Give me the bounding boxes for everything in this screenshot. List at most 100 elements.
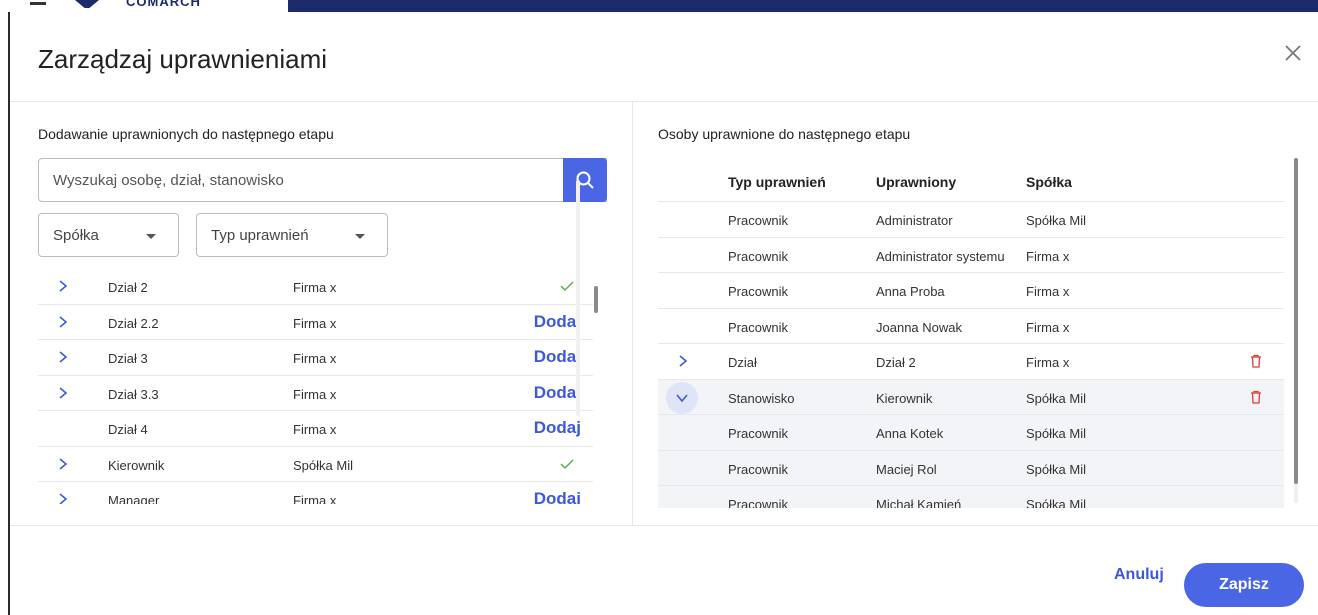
app-background-header: COMARCH bbox=[0, 0, 1318, 12]
candidates-list: Dział 2 Firma x Dział 2.2 Firma x Dodaj Dział… bbox=[38, 269, 593, 504]
add-button[interactable]: Dodaj bbox=[534, 347, 581, 367]
panel-divider bbox=[632, 102, 633, 526]
brand-name: COMARCH bbox=[126, 0, 201, 9]
delete-icon[interactable] bbox=[1250, 390, 1262, 404]
list-item: Manager Firma x Dodaj bbox=[38, 482, 593, 504]
item-name: Kierownik bbox=[108, 457, 165, 473]
cell-person: Joanna Nowak bbox=[876, 319, 962, 335]
cell-type: Stanowisko bbox=[728, 390, 795, 406]
item-name: Dział 4 bbox=[108, 422, 148, 437]
cell-person: Dział 2 bbox=[876, 355, 916, 370]
logo-icon bbox=[75, 0, 99, 8]
dropdown-caret-icon bbox=[355, 234, 365, 239]
item-name: Manager bbox=[108, 493, 160, 504]
add-button[interactable]: Dodaj bbox=[534, 312, 581, 332]
column-header-person: Uprawniony bbox=[876, 174, 957, 190]
search-button[interactable] bbox=[563, 158, 607, 202]
authorized-table: Typ uprawnień Uprawniony Spółka Pracowni… bbox=[658, 158, 1284, 508]
chevron-right-icon[interactable] bbox=[56, 457, 70, 471]
list-item: Dział 4 Firma x Dodaj bbox=[38, 411, 593, 447]
save-button[interactable]: Zapisz bbox=[1184, 563, 1304, 607]
list-item: Dział 3.3 Firma x Dodaj bbox=[38, 376, 593, 411]
company-filter-select[interactable]: Spółka bbox=[38, 213, 179, 257]
add-button[interactable]: Dodaj bbox=[534, 383, 581, 403]
delete-icon[interactable] bbox=[1250, 354, 1262, 368]
list-item: Dział 2 Firma x bbox=[38, 269, 593, 305]
cell-company: Spółka Mil bbox=[1026, 390, 1086, 406]
cell-type: Pracownik bbox=[728, 497, 788, 508]
menu-icon bbox=[30, 2, 46, 5]
item-name: Dział 2 bbox=[108, 280, 148, 295]
dialog-title: Zarządzaj uprawnieniami bbox=[38, 44, 328, 74]
column-header-type: Typ uprawnień bbox=[728, 174, 826, 190]
cell-type: Pracownik bbox=[728, 248, 788, 264]
chevron-right-icon[interactable] bbox=[56, 386, 70, 400]
chevron-right-icon[interactable] bbox=[676, 354, 690, 368]
cell-person: Anna Kotek bbox=[876, 426, 944, 441]
chevron-down-icon[interactable] bbox=[666, 381, 698, 414]
cell-person: Administrator bbox=[876, 213, 953, 228]
item-name: Dział 3 bbox=[108, 351, 148, 366]
item-company: Firma x bbox=[293, 386, 337, 402]
cell-company: Firma x bbox=[1026, 355, 1070, 370]
permissions-dialog: Zarządzaj uprawnieniami Dodawanie uprawn… bbox=[8, 12, 1318, 615]
table-row: Pracownik Anna Kotek Spółka Mil bbox=[658, 415, 1284, 451]
table-header: Typ uprawnień Uprawniony Spółka bbox=[658, 158, 1284, 202]
left-scrollbar-thumb[interactable] bbox=[594, 286, 598, 313]
search-field[interactable] bbox=[38, 158, 607, 202]
item-company: Firma x bbox=[293, 422, 337, 437]
cell-company: Spółka Mil bbox=[1026, 497, 1086, 508]
chevron-right-icon[interactable] bbox=[56, 492, 70, 504]
cell-person: Administrator systemu bbox=[876, 248, 1005, 264]
item-company: Firma x bbox=[293, 351, 337, 366]
list-item: Kierownik Spółka Mil bbox=[38, 447, 593, 482]
checkmark-icon bbox=[559, 457, 575, 471]
list-item: Dział 3 Firma x Dodaj bbox=[38, 340, 593, 376]
chevron-right-icon[interactable] bbox=[56, 279, 70, 293]
chevron-right-icon[interactable] bbox=[56, 350, 70, 364]
table-row: Pracownik Joanna Nowak Firma x bbox=[658, 309, 1284, 344]
list-item: Dział 2.2 Firma x Dodaj bbox=[38, 305, 593, 340]
permission-type-filter-select[interactable]: Typ uprawnień bbox=[196, 213, 388, 257]
left-scrollbar-track[interactable] bbox=[576, 180, 580, 416]
item-company: Firma x bbox=[293, 280, 337, 295]
cancel-button[interactable]: Anuluj bbox=[1114, 566, 1164, 584]
chevron-right-icon[interactable] bbox=[56, 315, 70, 329]
table-row: Pracownik Michał Kamień Spółka Mil bbox=[658, 486, 1284, 508]
cell-company: Spółka Mil bbox=[1026, 426, 1086, 441]
add-button[interactable]: Dodaj bbox=[534, 418, 581, 438]
right-scrollbar-thumb[interactable] bbox=[1294, 158, 1298, 484]
add-button[interactable]: Dodaj bbox=[534, 489, 581, 504]
item-name: Dział 3.3 bbox=[108, 386, 159, 402]
cell-person: Anna Proba bbox=[876, 284, 945, 299]
table-row: Pracownik Maciej Rol Spółka Mil bbox=[658, 450, 1284, 486]
cell-person: Michał Kamień bbox=[876, 497, 962, 508]
cell-person: Kierownik bbox=[876, 390, 933, 406]
cell-type: Pracownik bbox=[728, 213, 788, 228]
table-row: Pracownik Administrator systemu Firma x bbox=[658, 238, 1284, 273]
item-name: Dział 2.2 bbox=[108, 315, 159, 331]
checkmark-icon bbox=[559, 279, 575, 293]
close-icon[interactable] bbox=[1280, 40, 1306, 66]
table-row: Stanowisko Kierownik Spółka Mil bbox=[658, 379, 1284, 415]
dialog-header: Zarządzaj uprawnieniami bbox=[10, 12, 1318, 102]
table-row: Pracownik Anna Proba Firma x bbox=[658, 273, 1284, 309]
dropdown-caret-icon bbox=[146, 234, 156, 239]
search-input[interactable] bbox=[39, 159, 606, 201]
footer-divider bbox=[10, 525, 1318, 526]
item-company: Firma x bbox=[293, 493, 337, 504]
authorized-panel: Osoby uprawnione do następnego etapu Typ… bbox=[658, 112, 1306, 524]
permission-type-filter-label: Typ uprawnień bbox=[211, 226, 309, 244]
column-header-company: Spółka bbox=[1026, 174, 1072, 190]
cell-type: Dział bbox=[728, 355, 757, 370]
table-row: Dział Dział 2 Firma x bbox=[658, 344, 1284, 380]
cell-company: Firma x bbox=[1026, 319, 1070, 335]
cell-type: Pracownik bbox=[728, 284, 788, 299]
table-row: Pracownik Administrator Spółka Mil bbox=[658, 202, 1284, 238]
cell-company: Spółka Mil bbox=[1026, 461, 1086, 477]
cell-type: Pracownik bbox=[728, 319, 788, 335]
app-header-bar bbox=[288, 0, 1318, 12]
item-company: Spółka Mil bbox=[293, 457, 353, 473]
add-section-title: Dodawanie uprawnionych do następnego eta… bbox=[38, 126, 334, 142]
company-filter-label: Spółka bbox=[53, 226, 99, 244]
